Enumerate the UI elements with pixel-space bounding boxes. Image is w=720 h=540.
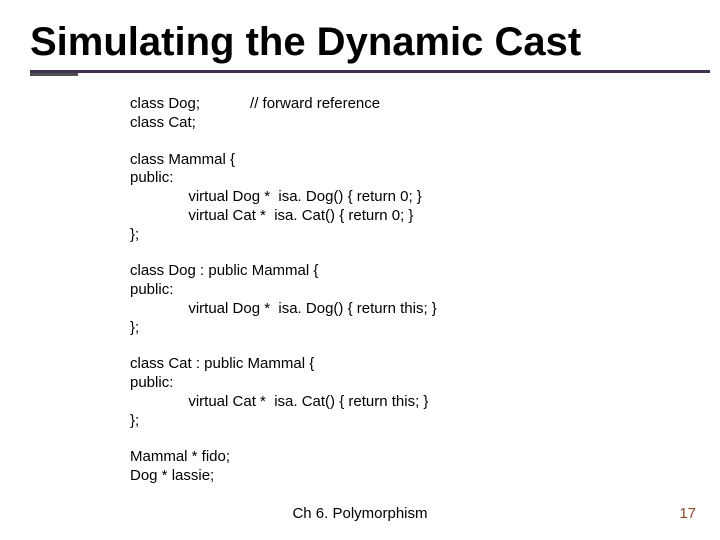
code-line: public: bbox=[130, 169, 173, 186]
code-line: }; bbox=[130, 412, 139, 429]
code-line: class Dog : public Mammal { bbox=[130, 262, 318, 279]
code-block-4: class Cat : public Mammal { public: virt… bbox=[130, 355, 650, 430]
code-line: class Cat; bbox=[130, 114, 196, 131]
title-accent-bar bbox=[30, 73, 78, 76]
code-line: virtual Dog * isa. Dog() { return 0; } bbox=[130, 188, 422, 205]
code-line: public: bbox=[130, 281, 173, 298]
footer-chapter: Ch 6. Polymorphism bbox=[0, 505, 720, 522]
code-line: virtual Dog * isa. Dog() { return this; … bbox=[130, 300, 437, 317]
code-line: }; bbox=[130, 226, 139, 243]
code-block-3: class Dog : public Mammal { public: virt… bbox=[130, 262, 650, 337]
slide-body: class Dog; // forward reference class Ca… bbox=[130, 95, 650, 504]
title-text: Simulating the Dynamic Cast bbox=[30, 20, 581, 64]
footer-page-number: 17 bbox=[679, 505, 696, 522]
code-block-1: class Dog; // forward reference class Ca… bbox=[130, 95, 650, 133]
code-line: }; bbox=[130, 319, 139, 336]
code-line: virtual Cat * isa. Cat() { return 0; } bbox=[130, 207, 413, 224]
code-line: class Dog; // forward reference bbox=[130, 95, 380, 112]
code-line: class Mammal { bbox=[130, 151, 235, 168]
code-line: virtual Cat * isa. Cat() { return this; … bbox=[130, 393, 428, 410]
code-line: Dog * lassie; bbox=[130, 467, 214, 484]
code-line: public: bbox=[130, 374, 173, 391]
code-line: class Cat : public Mammal { bbox=[130, 355, 314, 372]
code-block-2: class Mammal { public: virtual Dog * isa… bbox=[130, 151, 650, 245]
title-container: Simulating the Dynamic Cast bbox=[30, 20, 710, 73]
code-block-5: Mammal * fido; Dog * lassie; bbox=[130, 448, 650, 486]
code-line: Mammal * fido; bbox=[130, 448, 230, 465]
slide-title: Simulating the Dynamic Cast bbox=[30, 20, 710, 73]
